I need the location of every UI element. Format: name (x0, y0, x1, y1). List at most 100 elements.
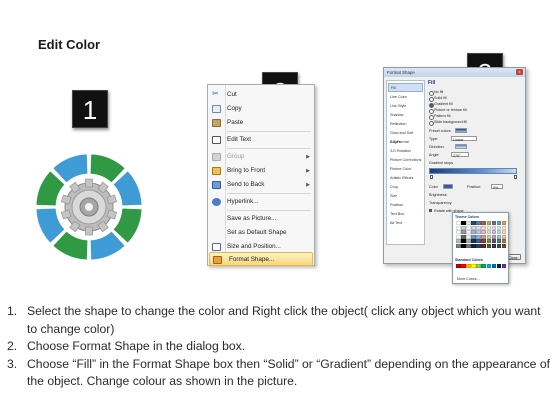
menu-item-cut[interactable]: ✂ Cut (208, 88, 314, 102)
menu-item-format-shape[interactable]: Format Shape... (209, 252, 313, 266)
color-swatch[interactable] (466, 239, 471, 244)
color-swatch[interactable] (476, 234, 481, 239)
color-swatch[interactable] (496, 230, 502, 235)
color-swatch[interactable] (476, 225, 481, 230)
color-swatch[interactable] (481, 234, 486, 239)
color-swatch[interactable] (491, 225, 497, 230)
color-swatch[interactable] (496, 243, 502, 248)
color-swatch[interactable] (486, 234, 492, 239)
menu-item-set-default-shape[interactable]: Set as Default Shape (208, 226, 314, 240)
color-swatch[interactable] (461, 264, 466, 268)
color-swatch[interactable] (481, 225, 486, 230)
type-select[interactable]: Linear (451, 136, 477, 142)
color-swatch[interactable] (456, 234, 461, 239)
rotate-checkbox[interactable] (429, 209, 432, 212)
color-swatch[interactable] (466, 230, 471, 235)
gear-ring-svg[interactable] (30, 148, 148, 266)
color-swatch[interactable] (496, 221, 502, 225)
sidebar-item-alt-text[interactable]: Alt Text (388, 219, 423, 228)
preset-colors-picker[interactable] (455, 128, 467, 133)
color-swatch[interactable] (491, 243, 497, 248)
sidebar-item-size[interactable]: Size (388, 192, 423, 201)
sidebar-item-line-color[interactable]: Line Color (388, 93, 423, 102)
color-swatch[interactable] (491, 239, 497, 244)
sidebar-item-text-box[interactable]: Text Box (388, 210, 423, 219)
color-swatch[interactable] (481, 230, 486, 235)
color-swatch[interactable] (471, 243, 476, 248)
color-swatch[interactable] (486, 264, 492, 268)
menu-item-edit-text[interactable]: Edit Text (208, 133, 314, 147)
color-swatch[interactable] (486, 225, 492, 230)
color-swatch[interactable] (466, 234, 471, 239)
color-swatch[interactable] (496, 239, 502, 244)
menu-item-hyperlink[interactable]: Hyperlink... (208, 195, 314, 209)
color-swatch[interactable] (456, 243, 461, 248)
color-swatch[interactable] (476, 221, 481, 225)
color-swatch[interactable] (461, 230, 466, 235)
color-swatch[interactable] (486, 230, 492, 235)
sidebar-item-3d-rotation[interactable]: 3-D Rotation (388, 147, 423, 156)
color-swatch[interactable] (491, 234, 497, 239)
color-swatch[interactable] (456, 230, 461, 235)
color-swatch[interactable] (466, 225, 471, 230)
sidebar-item-shadow[interactable]: Shadow (388, 111, 423, 120)
color-swatch[interactable] (456, 225, 461, 230)
color-swatch[interactable] (466, 264, 471, 268)
color-swatch[interactable] (501, 243, 507, 248)
sidebar-item-position[interactable]: Position (388, 201, 423, 210)
color-swatch[interactable] (501, 264, 507, 268)
color-swatch[interactable] (476, 239, 481, 244)
pattern-fill-radio[interactable]: Pattern fill (429, 114, 489, 120)
sidebar-item-line-style[interactable]: Line Style (388, 102, 423, 111)
sidebar-item-fill[interactable]: Fill (388, 83, 423, 92)
gradient-fill-radio[interactable]: Gradient fill (429, 102, 489, 108)
color-swatch[interactable] (501, 234, 507, 239)
color-swatch[interactable] (471, 234, 476, 239)
color-swatch[interactable] (501, 225, 507, 230)
color-swatch[interactable] (491, 221, 497, 225)
direction-picker[interactable] (455, 144, 467, 149)
color-swatch[interactable] (461, 234, 466, 239)
sidebar-item-picture-corrections[interactable]: Picture Corrections (388, 156, 423, 165)
color-swatch[interactable] (491, 230, 497, 235)
solid-fill-radio[interactable]: Solid fill (429, 96, 489, 102)
color-swatch[interactable] (471, 264, 476, 268)
more-colors-link[interactable]: More Colors... (457, 277, 480, 281)
color-swatch[interactable] (481, 264, 486, 268)
sidebar-item-artistic-effects[interactable]: Artistic Effects (388, 174, 423, 183)
sidebar-item-glow[interactable]: Glow and Soft Edges (388, 129, 423, 144)
color-swatch[interactable] (496, 264, 502, 268)
color-swatch[interactable] (486, 221, 492, 225)
menu-item-save-as-picture[interactable]: Save as Picture... (208, 212, 314, 226)
sidebar-item-picture-color[interactable]: Picture Color (388, 165, 423, 174)
color-swatch[interactable] (456, 221, 461, 225)
position-input[interactable]: 0% (491, 184, 503, 190)
slide-background-fill-radio[interactable]: Slide background fill (429, 120, 489, 126)
color-picker-button[interactable] (443, 184, 453, 189)
color-swatch[interactable] (471, 225, 476, 230)
menu-item-copy[interactable]: Copy (208, 102, 314, 116)
color-swatch[interactable] (496, 225, 502, 230)
color-swatch[interactable] (466, 243, 471, 248)
color-swatch[interactable] (491, 264, 497, 268)
color-swatch[interactable] (456, 239, 461, 244)
gradient-stop-handle[interactable] (430, 175, 433, 179)
color-swatch[interactable] (471, 239, 476, 244)
color-swatch[interactable] (471, 230, 476, 235)
color-swatch[interactable] (456, 264, 461, 268)
sidebar-item-reflection[interactable]: Reflection (388, 120, 423, 129)
color-swatch[interactable] (476, 230, 481, 235)
color-swatch[interactable] (476, 243, 481, 248)
menu-item-group[interactable]: Group ▶ (208, 150, 314, 164)
gradient-stop-handle[interactable] (514, 175, 517, 179)
color-swatch[interactable] (461, 221, 466, 225)
color-swatch[interactable] (501, 230, 507, 235)
color-swatch[interactable] (486, 239, 492, 244)
color-swatch[interactable] (486, 243, 492, 248)
no-fill-radio[interactable]: No fill (429, 90, 489, 96)
sidebar-item-crop[interactable]: Crop (388, 183, 423, 192)
angle-input[interactable]: 270° (451, 152, 469, 158)
menu-item-send-to-back[interactable]: Send to Back ▶ (208, 178, 314, 192)
menu-item-paste[interactable]: Paste (208, 116, 314, 130)
gradient-stops-bar[interactable] (429, 168, 517, 174)
